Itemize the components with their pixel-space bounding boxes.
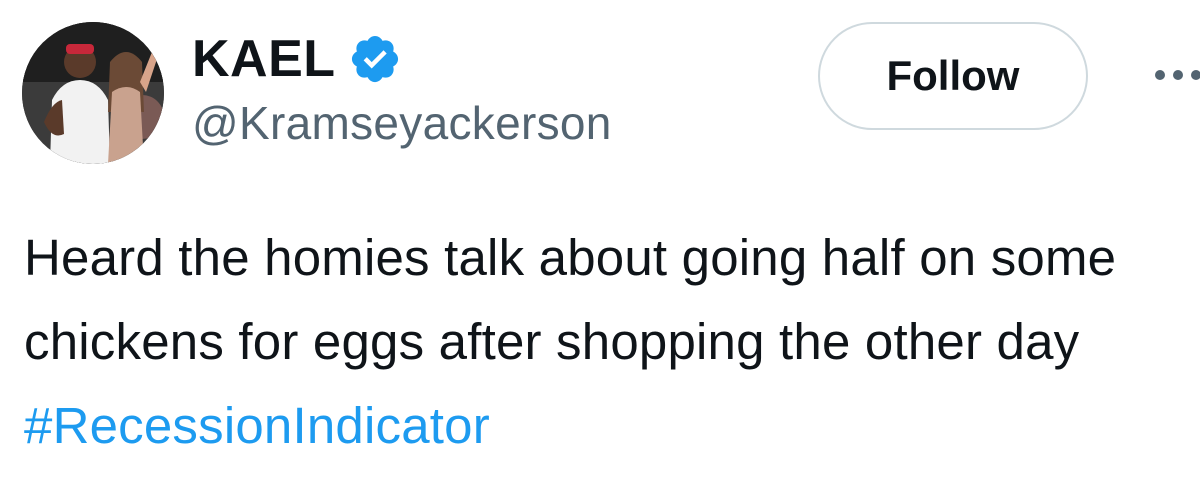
hashtag-link[interactable]: #RecessionIndicator — [24, 397, 490, 454]
verified-badge-icon[interactable] — [348, 32, 402, 86]
name-row: KAEL — [192, 28, 402, 90]
tweet-text: Heard the homies talk about going half o… — [24, 216, 1194, 468]
user-handle[interactable]: @Kramseyackerson — [192, 100, 612, 146]
follow-button[interactable]: Follow — [818, 22, 1088, 130]
more-horizontal-icon[interactable] — [1150, 60, 1200, 90]
avatar-image — [22, 22, 164, 164]
avatar[interactable] — [22, 22, 164, 164]
tweet-body: Heard the homies talk about going half o… — [24, 229, 1117, 370]
display-name[interactable]: KAEL — [192, 33, 336, 85]
